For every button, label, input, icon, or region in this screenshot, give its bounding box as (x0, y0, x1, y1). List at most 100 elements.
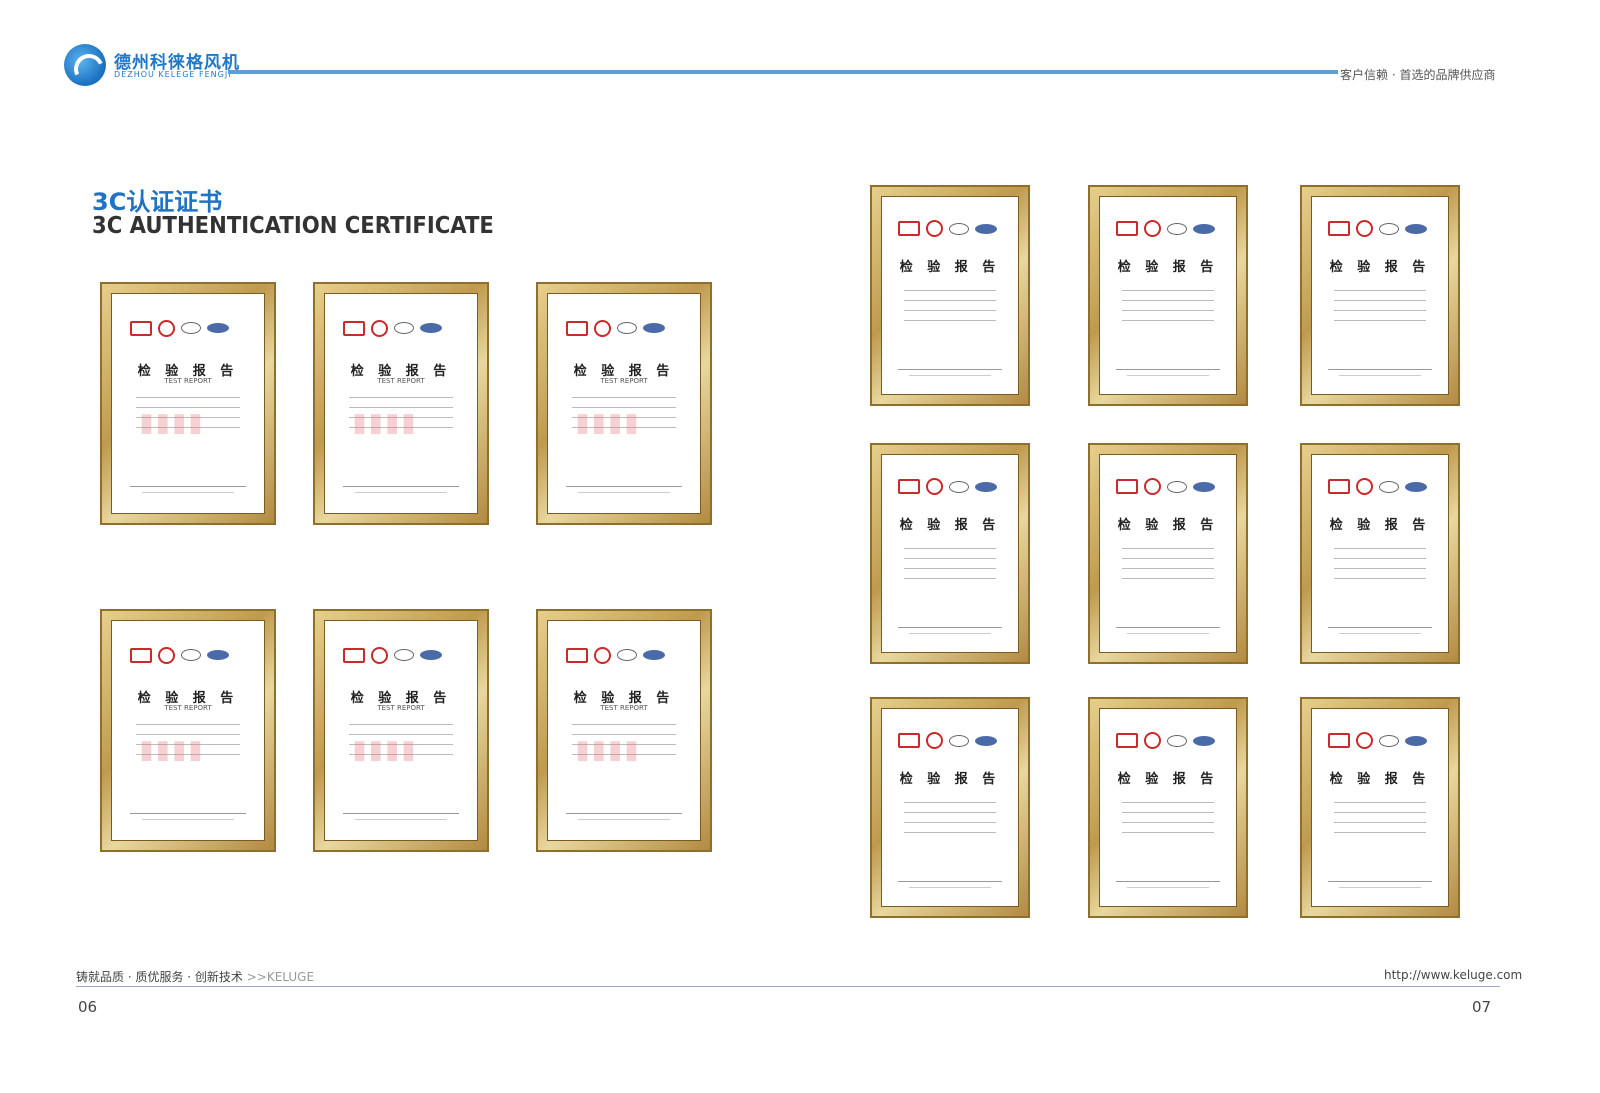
certificate-heading: 检 验 报 告 (350, 363, 452, 379)
section-title-en: 3C AUTHENTICATION CERTIFICATE (92, 213, 494, 239)
certificate-footer-line (1116, 369, 1220, 371)
ilac-mark-icon (1167, 480, 1188, 493)
certificate-footer-line (909, 375, 991, 377)
cma-mark-icon (1116, 733, 1139, 749)
footer-tagline-accent: >>KELUGE (246, 970, 315, 984)
certificate-subheading: TEST REPORT (600, 377, 648, 386)
cma-mark-icon (343, 320, 366, 336)
certificate-frame: 检 验 报 告 TEST REPORT ▮▮▮▮ (536, 609, 712, 852)
cal-mark-icon (158, 646, 176, 664)
certification-logos (1116, 220, 1219, 238)
cma-mark-icon (1328, 221, 1351, 237)
footer-url-link[interactable]: http://www.keluge.com (1384, 968, 1522, 982)
cal-mark-icon (594, 646, 612, 664)
cma-mark-icon (1328, 733, 1351, 749)
certificate-footer-line (1127, 375, 1209, 377)
certificate-paper: 检 验 报 告 (881, 454, 1019, 653)
cma-mark-icon (130, 647, 153, 663)
certificate-paper: 检 验 报 告 TEST REPORT ▮▮▮▮ (324, 293, 478, 514)
certificate-footer-line (898, 627, 1002, 629)
certificate-footer-line (1116, 881, 1220, 883)
certificate-frame: 检 验 报 告 TEST REPORT ▮▮▮▮ (100, 282, 276, 525)
ilac-mark-icon (617, 649, 638, 662)
watermark-icon: ▮▮▮▮ (139, 407, 205, 438)
certificate-paper: 检 验 报 告 (1311, 454, 1449, 653)
certificate-field-lines (903, 801, 997, 842)
cnas-mark-icon (1405, 481, 1428, 492)
certificate-field-lines (1121, 547, 1215, 588)
certificate-footer-line (142, 492, 234, 494)
certification-logos (130, 646, 246, 664)
cnas-mark-icon (975, 735, 998, 746)
certificate-field-lines (903, 289, 997, 330)
certificate-footer-line (1328, 369, 1432, 371)
certification-logos (1116, 478, 1219, 496)
certificate-paper: 检 验 报 告 (1099, 708, 1237, 907)
cma-mark-icon (1328, 479, 1351, 495)
certificate-footer-line (578, 819, 670, 821)
certificate-footer-line (130, 485, 246, 487)
ilac-mark-icon (394, 322, 415, 335)
ilac-mark-icon (1379, 480, 1400, 493)
certificate-footer-line (909, 633, 991, 635)
certificate-subheading: TEST REPORT (164, 704, 212, 713)
certificate-footer-line (1339, 887, 1421, 889)
certificate-footer-line (343, 485, 459, 487)
certificate-paper: 检 验 报 告 (1311, 196, 1449, 395)
certificate-heading: 检 验 报 告 (899, 518, 1001, 534)
certificate-heading: 检 验 报 告 (1117, 260, 1219, 276)
certificate-frame: 检 验 报 告 (870, 697, 1030, 918)
ilac-mark-icon (394, 649, 415, 662)
cma-mark-icon (898, 221, 921, 237)
cal-mark-icon (926, 478, 944, 496)
footer-tagline-text: 铸就品质 · 质优服务 · 创新技术 (76, 970, 243, 984)
cnas-mark-icon (1193, 735, 1216, 746)
certificate-heading: 检 验 报 告 (1329, 518, 1431, 534)
ilac-mark-icon (1167, 222, 1188, 235)
certificate-paper: 检 验 报 告 TEST REPORT ▮▮▮▮ (111, 620, 265, 841)
certificate-footer-line (578, 492, 670, 494)
brand-name-en: DEZHOU KELEGE FENGJI (114, 70, 232, 79)
certificate-heading: 检 验 报 告 (899, 260, 1001, 276)
certificate-heading: 检 验 报 告 (573, 363, 675, 379)
certificate-frame: 检 验 报 告 (1300, 443, 1460, 664)
certificate-footer-line (1339, 633, 1421, 635)
cal-mark-icon (158, 319, 176, 337)
cal-mark-icon (1356, 220, 1374, 238)
cma-mark-icon (566, 320, 589, 336)
certificate-subheading: TEST REPORT (377, 704, 425, 713)
page-number-left: 06 (78, 998, 98, 1016)
certificate-footer-line (1328, 881, 1432, 883)
certificate-frame: 检 验 报 告 (1088, 697, 1248, 918)
cnas-mark-icon (420, 650, 443, 661)
certificate-frame: 检 验 报 告 (1300, 185, 1460, 406)
footer-tagline: 铸就品质 · 质优服务 · 创新技术 >>KELUGE (76, 968, 314, 985)
certificate-subheading: TEST REPORT (377, 377, 425, 386)
certificate-footer-line (355, 492, 447, 494)
certificate-heading: 检 验 报 告 (1329, 260, 1431, 276)
certificate-heading: 检 验 报 告 (1117, 518, 1219, 534)
certificate-field-lines (903, 547, 997, 588)
header-divider (228, 70, 1338, 74)
certification-logos (898, 732, 1001, 750)
ilac-mark-icon (1379, 734, 1400, 747)
certificate-footer-line (909, 887, 991, 889)
certificate-footer-line (566, 485, 682, 487)
cnas-mark-icon (975, 223, 998, 234)
certificate-footer-line (1127, 633, 1209, 635)
certificate-paper: 检 验 报 告 TEST REPORT ▮▮▮▮ (547, 293, 701, 514)
certificate-field-lines (1333, 547, 1427, 588)
certificate-footer-line (142, 819, 234, 821)
cma-mark-icon (898, 733, 921, 749)
certificate-paper: 检 验 报 告 (1099, 196, 1237, 395)
certificate-heading: 检 验 报 告 (350, 690, 452, 706)
certificate-footer-line (1328, 627, 1432, 629)
cnas-mark-icon (207, 650, 230, 661)
cal-mark-icon (1144, 220, 1162, 238)
certificate-footer-line (355, 819, 447, 821)
certificate-frame: 检 验 报 告 TEST REPORT ▮▮▮▮ (313, 282, 489, 525)
certificate-field-lines (1333, 289, 1427, 330)
ilac-mark-icon (617, 322, 638, 335)
cma-mark-icon (566, 647, 589, 663)
cnas-mark-icon (1193, 223, 1216, 234)
